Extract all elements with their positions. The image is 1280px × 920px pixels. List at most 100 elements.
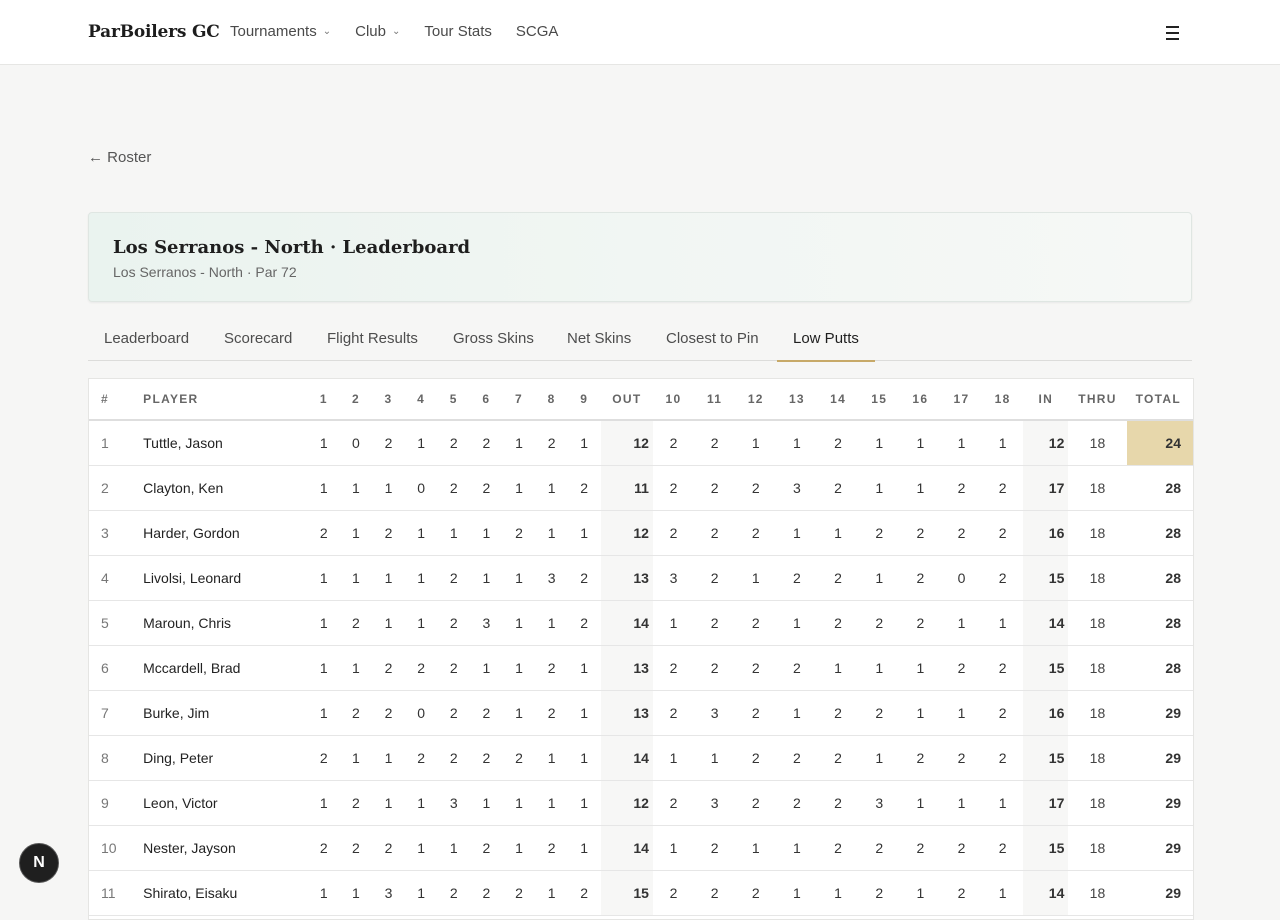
thru-cell: 18: [1068, 510, 1127, 556]
hole-putts-cell: 1: [899, 645, 941, 691]
total-cell: 28: [1126, 600, 1193, 646]
hole-putts-cell: 2: [735, 780, 777, 826]
table-row[interactable]: 2 Clayton, Ken 1 1 1 0 2 2 1 1 2 11 2 2 2 3 2 1 1 2 2 17 18 28: [89, 465, 1193, 511]
hole-putts-cell: 2: [982, 510, 1024, 556]
hole-putts-cell: 3: [858, 780, 900, 826]
hole-putts-cell: 1: [535, 510, 568, 556]
tab-leaderboard[interactable]: Leaderboard: [88, 330, 205, 360]
nav-item-club[interactable]: Club ⌄: [355, 23, 400, 40]
hole-putts-cell: 2: [899, 510, 941, 556]
thru-cell: 18: [1068, 420, 1127, 466]
hole-putts-cell: 2: [694, 600, 736, 646]
hole-putts-cell: 2: [899, 825, 941, 871]
hole-putts-cell: 2: [371, 645, 406, 691]
nav-item-tour-stats[interactable]: Tour Stats: [424, 23, 492, 40]
hole-putts-cell: 2: [371, 420, 406, 466]
hole-putts-cell: 2: [339, 690, 372, 736]
column-header: 1: [307, 379, 340, 421]
hole-putts-cell: 1: [776, 690, 818, 736]
table-row[interactable]: 7 Burke, Jim 1 2 2 0 2 2 1 2 1 13 2 3 2 1 2 2 1 1 2 16 18 29: [89, 690, 1193, 736]
tab-low-putts[interactable]: Low Putts: [777, 330, 875, 362]
thru-cell: 18: [1068, 465, 1127, 511]
hole-putts-cell: 2: [437, 870, 471, 916]
back-to-roster-link[interactable]: ← Roster: [88, 149, 151, 166]
hole-putts-cell: 2: [940, 735, 983, 781]
hole-putts-cell: 1: [735, 420, 777, 466]
hole-putts-cell: 1: [652, 600, 695, 646]
brand-logo[interactable]: ParBoilers GC: [88, 22, 220, 42]
rank-cell: 10: [89, 825, 132, 871]
tab-net-skins[interactable]: Net Skins: [551, 330, 647, 360]
n-badge-icon[interactable]: N: [19, 843, 59, 883]
column-header: OUT: [600, 379, 653, 421]
hamburger-menu-icon[interactable]: [1166, 26, 1184, 40]
table-row[interactable]: 11 Shirato, Eisaku 1 1 3 1 2 2 2 1 2 15 2 2 2 1 1 2 1 2 1 14 1…: [89, 870, 1193, 916]
hole-putts-cell: 1: [502, 420, 536, 466]
out-total-cell: 15: [600, 870, 653, 916]
column-header: 16: [899, 379, 941, 421]
hole-putts-cell: 2: [940, 870, 983, 916]
rank-cell: 9: [89, 780, 132, 826]
hole-putts-cell: 1: [405, 870, 438, 916]
hole-putts-cell: 1: [858, 465, 900, 511]
course-subtitle: Los Serranos - North · Par 72: [113, 264, 297, 280]
hole-putts-cell: 2: [652, 780, 695, 826]
hole-putts-cell: 1: [858, 420, 900, 466]
column-header: 13: [776, 379, 818, 421]
hole-putts-cell: 0: [405, 465, 438, 511]
player-name-cell: Tuttle, Jason: [131, 420, 308, 466]
hole-putts-cell: 1: [371, 465, 406, 511]
hole-putts-cell: 2: [735, 870, 777, 916]
out-total-cell: 12: [600, 780, 653, 826]
hole-putts-cell: 1: [339, 645, 372, 691]
nav-item-scga[interactable]: SCGA: [516, 23, 559, 40]
hole-putts-cell: 2: [567, 870, 601, 916]
hole-putts-cell: 2: [982, 735, 1024, 781]
thru-cell: 18: [1068, 555, 1127, 601]
nav-item-tournaments[interactable]: Tournaments ⌄: [230, 23, 331, 40]
hole-putts-cell: 2: [940, 645, 983, 691]
hole-putts-cell: 2: [405, 735, 438, 781]
hole-putts-cell: 1: [940, 780, 983, 826]
rank-cell: 7: [89, 690, 132, 736]
low-putts-table-container[interactable]: # PLAYER 1 2 3 4 5 6 7 8 9 OUT 10 11 12 13 14 15 16 17 18 IN T…: [88, 378, 1194, 920]
tab-flight-results[interactable]: Flight Results: [311, 330, 434, 360]
hole-putts-cell: 2: [437, 645, 471, 691]
hole-putts-cell: 1: [982, 420, 1024, 466]
hole-putts-cell: 1: [982, 600, 1024, 646]
hole-putts-cell: 1: [339, 735, 372, 781]
hole-putts-cell: 1: [470, 510, 503, 556]
hole-putts-cell: 1: [470, 780, 503, 826]
table-row[interactable]: 10 Nester, Jayson 2 2 2 1 1 2 1 2 1 14 1 2 1 1 2 2 2 2 2 15 18…: [89, 825, 1193, 871]
hole-putts-cell: 3: [694, 780, 736, 826]
table-row[interactable]: 1 Tuttle, Jason 1 0 2 1 2 2 1 2 1 12 2 2 1 1 2 1 1 1 1 12 18 24: [89, 420, 1193, 466]
rank-cell: 1: [89, 420, 132, 466]
table-row[interactable]: 5 Maroun, Chris 1 2 1 1 2 3 1 1 2 14 1 2 2 1 2 2 2 1 1 14 18 28: [89, 600, 1193, 646]
top-navbar: ParBoilers GC Tournaments ⌄ Club ⌄ Tour …: [0, 0, 1280, 65]
hole-putts-cell: 2: [502, 735, 536, 781]
hole-putts-cell: 1: [817, 510, 859, 556]
tab-closest-to-pin[interactable]: Closest to Pin: [650, 330, 775, 360]
out-total-cell: 11: [600, 465, 653, 511]
hole-putts-cell: 2: [470, 420, 503, 466]
column-header: 15: [858, 379, 900, 421]
table-row[interactable]: 3 Harder, Gordon 2 1 2 1 1 1 2 1 1 12 2 2 2 1 1 2 2 2 2 16 18 2…: [89, 510, 1193, 556]
table-row[interactable]: 9 Leon, Victor 1 2 1 1 3 1 1 1 1 12 2 3 2 2 2 3 1 1 1 17 18 29: [89, 780, 1193, 826]
hole-putts-cell: 2: [470, 825, 503, 871]
hole-putts-cell: 3: [694, 690, 736, 736]
hole-putts-cell: 1: [307, 780, 340, 826]
hole-putts-cell: 2: [339, 825, 372, 871]
column-header: #: [89, 379, 132, 421]
hole-putts-cell: 1: [567, 735, 601, 781]
table-row[interactable]: 4 Livolsi, Leonard 1 1 1 1 2 1 1 3 2 13 3 2 1 2 2 1 2 0 2 15 1…: [89, 555, 1193, 601]
hole-putts-cell: 3: [470, 600, 503, 646]
table-body: 1 Tuttle, Jason 1 0 2 1 2 2 1 2 1 12 2 2 1 1 2 1 1 1 1 12 18 24…: [89, 420, 1193, 916]
tab-scorecard[interactable]: Scorecard: [208, 330, 308, 360]
hole-putts-cell: 2: [694, 465, 736, 511]
hole-putts-cell: 2: [502, 870, 536, 916]
out-total-cell: 14: [600, 600, 653, 646]
table-row[interactable]: 8 Ding, Peter 2 1 1 2 2 2 2 1 1 14 1 1 2 2 2 1 2 2 2 15 18 29: [89, 735, 1193, 781]
tab-gross-skins[interactable]: Gross Skins: [437, 330, 550, 360]
hole-putts-cell: 1: [371, 780, 406, 826]
table-row[interactable]: 6 Mccardell, Brad 1 1 2 2 2 1 1 2 1 13 2 2 2 2 1 1 1 2 2 15 18…: [89, 645, 1193, 691]
